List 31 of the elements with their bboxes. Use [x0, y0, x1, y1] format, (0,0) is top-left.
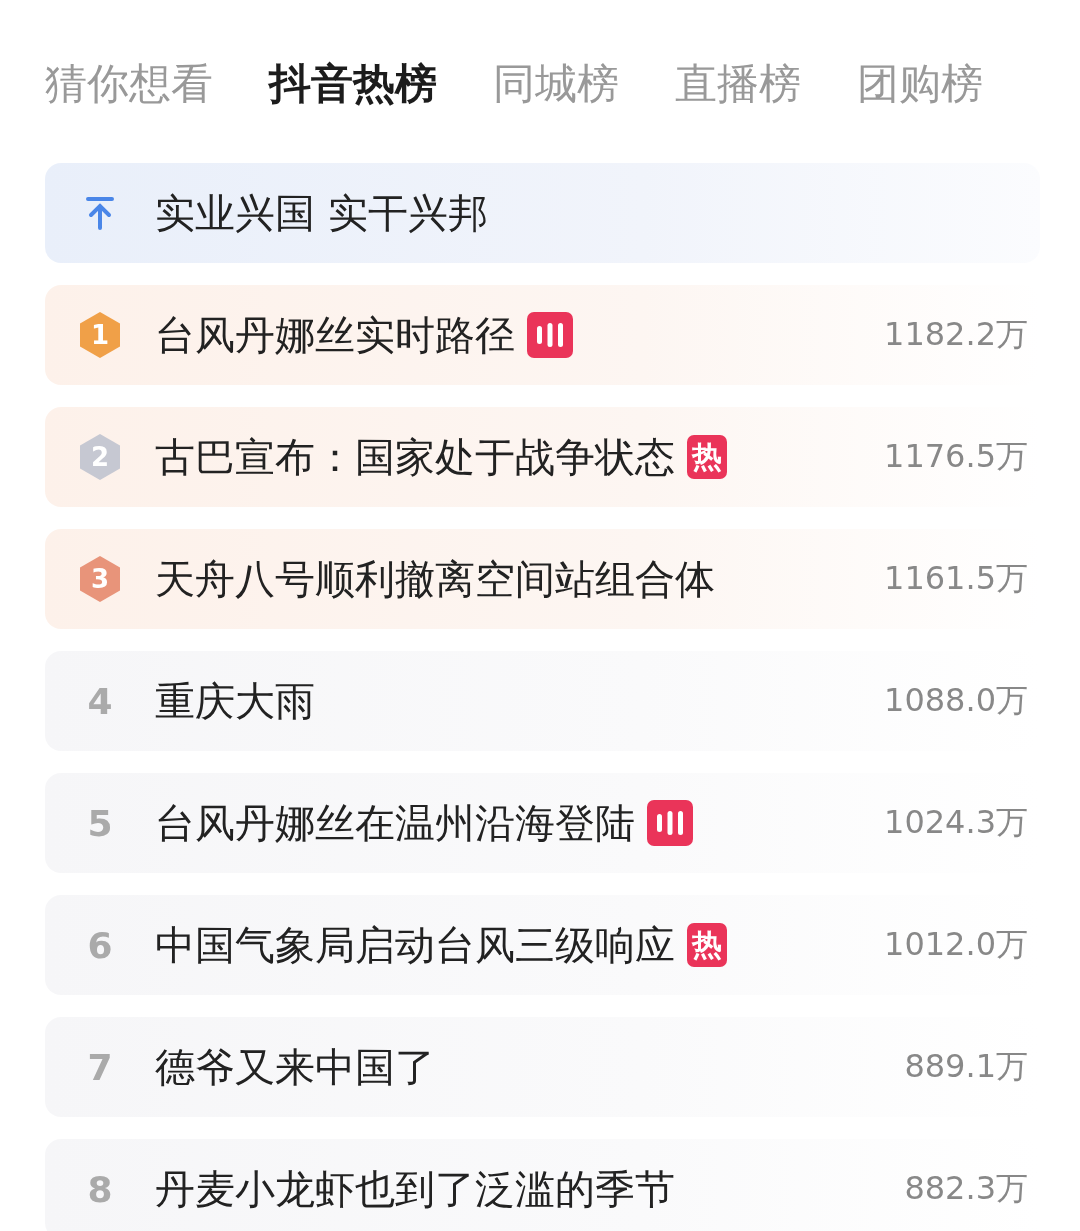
bar-chart-icon — [527, 312, 573, 358]
heat-value: 1012.0万 — [884, 924, 1028, 965]
pin-to-top-icon — [85, 196, 115, 230]
topic-title[interactable]: 德爷又来中国了 — [155, 1039, 435, 1095]
topic-title[interactable]: 实业兴国 实干兴邦 — [155, 185, 488, 241]
heat-value: 1088.0万 — [884, 680, 1028, 721]
topic-title[interactable]: 中国气象局启动台风三级响应 — [155, 917, 675, 973]
rank-number: 4 — [87, 680, 113, 722]
bar-chart-icon — [647, 800, 693, 846]
heat-value: 889.1万 — [904, 1046, 1028, 1087]
rank-number: 2 — [89, 441, 111, 474]
heat-value: 882.3万 — [904, 1168, 1028, 1209]
topic-title[interactable]: 丹麦小龙虾也到了泛滥的季节 — [155, 1161, 675, 1217]
topic-title[interactable]: 古巴宣布：国家处于战争状态 — [155, 429, 675, 485]
rank-number: 8 — [87, 1168, 113, 1210]
rank-number: 3 — [89, 563, 111, 596]
topic-title[interactable]: 台风丹娜丝实时路径 — [155, 307, 515, 363]
hot-badge: 热 — [687, 923, 727, 967]
tab[interactable]: 抖音热榜 — [269, 56, 437, 112]
heat-value: 1182.2万 — [884, 314, 1028, 355]
topic-title[interactable]: 天舟八号顺利撤离空间站组合体 — [155, 551, 715, 607]
hot-badge: 热 — [687, 435, 727, 479]
rank-number: 5 — [87, 802, 113, 844]
rank-number: 6 — [87, 924, 113, 966]
topic-title[interactable]: 重庆大雨 — [155, 673, 315, 729]
heat-value: 1161.5万 — [884, 558, 1028, 599]
heat-value: 1176.5万 — [884, 436, 1028, 477]
rank-number: 7 — [87, 1046, 113, 1088]
rank-number: 1 — [89, 319, 111, 352]
topic-title[interactable]: 台风丹娜丝在温州沿海登陆 — [155, 795, 635, 851]
heat-value: 1024.3万 — [884, 802, 1028, 843]
